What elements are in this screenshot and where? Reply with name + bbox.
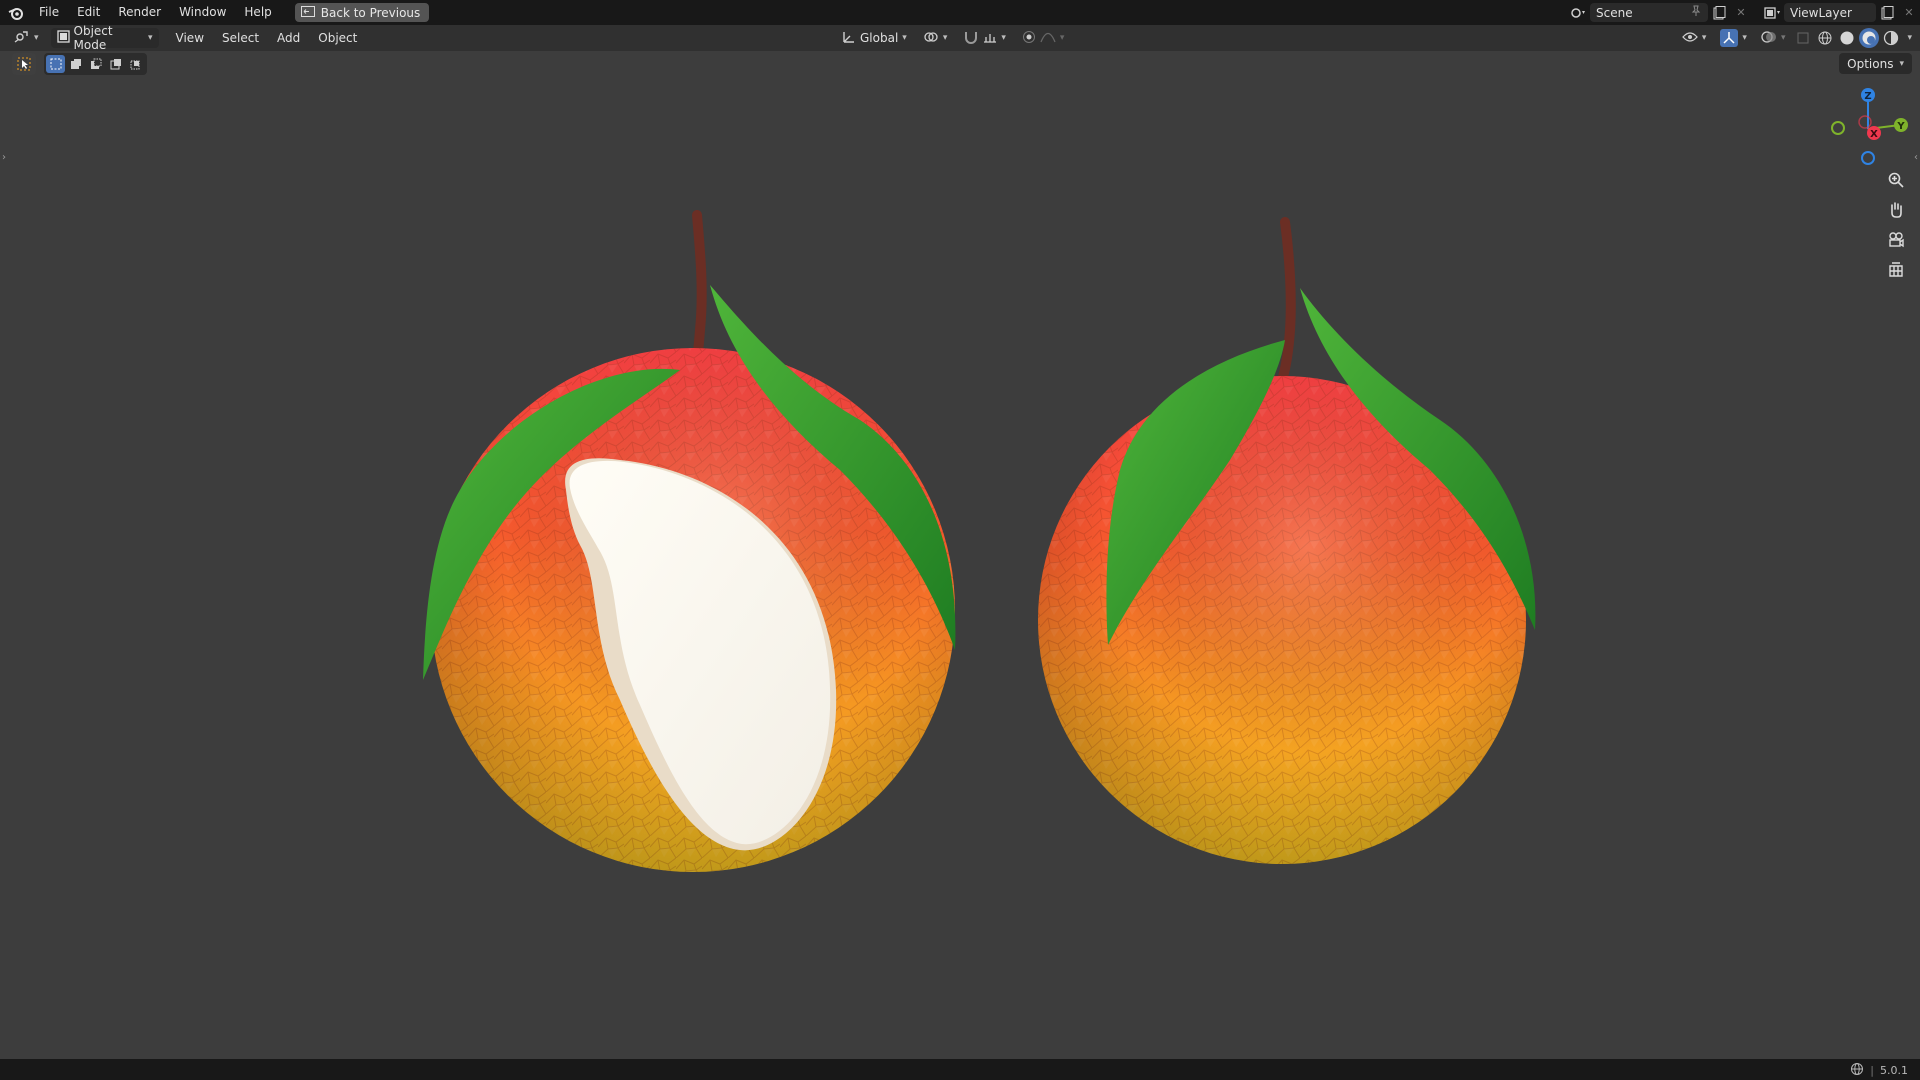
object-mode-dropdown[interactable]: Object Mode ▾ [50, 24, 159, 52]
menu-file[interactable]: File [30, 0, 68, 25]
orientation-icon [842, 30, 856, 47]
menu-select[interactable]: Select [213, 31, 268, 45]
material-preview-shading-icon[interactable] [1859, 28, 1880, 48]
navigation-controls [1882, 168, 1910, 282]
shading-options-dropdown[interactable]: ▾ [1907, 33, 1912, 43]
camera-icon[interactable] [1882, 228, 1910, 252]
orientation-dropdown[interactable]: Global ▾ [836, 28, 913, 48]
transform-tools: Global ▾ ▾ ▾ ▾ [836, 28, 1070, 48]
menu-render[interactable]: Render [109, 0, 170, 25]
view-layer-selector-icon[interactable] [1762, 3, 1784, 22]
menu-add[interactable]: Add [268, 31, 309, 45]
status-bar: | 5.0.1 [0, 1059, 1920, 1080]
select-invert-icon[interactable] [106, 55, 125, 73]
pivot-dropdown[interactable]: ▾ [917, 28, 954, 48]
snap-magnet-icon[interactable] [963, 30, 979, 47]
view-layer-name: ViewLayer [1790, 5, 1852, 20]
proportional-edit-icon[interactable] [1022, 30, 1036, 47]
gizmo-neg-x[interactable] [1858, 115, 1872, 129]
blender-logo-icon[interactable] [2, 0, 30, 25]
gizmo-neg-z[interactable] [1861, 151, 1875, 165]
scene-name: Scene [1596, 5, 1633, 20]
viewport-header: ▾ Object Mode ▾ View Select Add Object G… [0, 24, 1920, 52]
scene-render [423, 210, 1536, 872]
hand-icon[interactable] [1882, 198, 1910, 222]
select-tool-icon[interactable] [12, 53, 36, 75]
gizmo-neg-y[interactable] [1831, 121, 1845, 135]
back-to-previous-button[interactable]: Back to Previous [294, 3, 430, 22]
menu-object[interactable]: Object [309, 31, 366, 45]
object-mode-icon [56, 30, 70, 46]
new-view-layer-icon[interactable] [1876, 3, 1898, 22]
select-new-icon[interactable] [46, 55, 65, 73]
rendered-shading-icon[interactable] [1881, 28, 1901, 48]
new-scene-icon[interactable] [1708, 3, 1730, 22]
menu-window[interactable]: Window [170, 0, 235, 25]
version-label: 5.0.1 [1880, 1064, 1908, 1077]
object-mode-label: Object Mode [73, 24, 113, 52]
network-globe-icon[interactable] [1850, 1062, 1864, 1079]
snap-dropdown[interactable]: ▾ [957, 28, 1012, 48]
toolbar-expand-arrow-icon[interactable]: › [2, 152, 6, 163]
overlay-icon[interactable] [1761, 30, 1777, 47]
top-right-group: Scene ✕ ViewLayer ✕ [1568, 0, 1920, 25]
proportional-edit-dropdown[interactable]: ▾ [1016, 28, 1071, 48]
grid-icon[interactable] [1882, 258, 1910, 282]
zoom-icon[interactable] [1882, 168, 1910, 192]
menu-help[interactable]: Help [235, 0, 280, 25]
delete-view-layer-icon[interactable]: ✕ [1898, 3, 1920, 22]
status-separator: | [1870, 1064, 1874, 1077]
wireframe-shading-icon[interactable] [1815, 28, 1835, 48]
status-right: | 5.0.1 [1850, 1062, 1908, 1079]
visibility-dropdown[interactable]: ▾ [1676, 28, 1713, 48]
back-to-previous-label: Back to Previous [320, 5, 421, 20]
scene-field[interactable]: Scene [1590, 3, 1708, 22]
pivot-icon [923, 30, 939, 47]
screen-back-icon [300, 5, 315, 20]
scene-selector-icon[interactable] [1568, 3, 1590, 22]
navigation-gizmo[interactable]: Z Y X [1822, 85, 1918, 165]
options-label: Options [1847, 56, 1894, 71]
whole-lychee-model[interactable] [1038, 217, 1536, 864]
tool-settings-row [12, 52, 147, 76]
top-bar: File Edit Render Window Help Back to Pre… [0, 0, 1920, 25]
editor-type-dropdown[interactable]: ▾ [8, 28, 45, 48]
orientation-label: Global [860, 31, 899, 45]
gizmo-dropdown[interactable]: ▾ [1714, 28, 1753, 48]
snap-increment-icon [983, 30, 997, 47]
gizmo-x-label: X [1870, 129, 1878, 140]
viewport-shading-tools: ▾ ▾ ▾ ▾ [1676, 28, 1912, 48]
selection-mode-group [44, 53, 147, 75]
view-layer-field[interactable]: ViewLayer [1784, 3, 1876, 22]
3d-viewport[interactable]: › ‹ [0, 51, 1920, 1059]
viewport-editor-icon [14, 30, 30, 47]
gizmo-y-label: Y [1896, 121, 1905, 132]
gizmo-z-label: Z [1864, 91, 1871, 102]
solid-shading-icon[interactable] [1837, 28, 1857, 48]
select-intersect-icon[interactable] [126, 55, 145, 73]
delete-scene-icon[interactable]: ✕ [1730, 3, 1752, 22]
gizmo-toggle-icon[interactable] [1720, 29, 1739, 47]
xray-toggle-icon[interactable] [1793, 28, 1813, 48]
falloff-icon [1040, 31, 1056, 46]
select-subtract-icon[interactable] [86, 55, 105, 73]
pin-icon[interactable] [1690, 5, 1702, 20]
options-dropdown[interactable]: Options ▾ [1839, 53, 1912, 74]
menu-edit[interactable]: Edit [68, 0, 109, 25]
eye-icon [1682, 31, 1698, 46]
overlay-dropdown[interactable]: ▾ [1755, 28, 1792, 48]
menu-view[interactable]: View [167, 31, 213, 45]
select-extend-icon[interactable] [66, 55, 85, 73]
peeled-lychee-model[interactable] [423, 210, 956, 872]
